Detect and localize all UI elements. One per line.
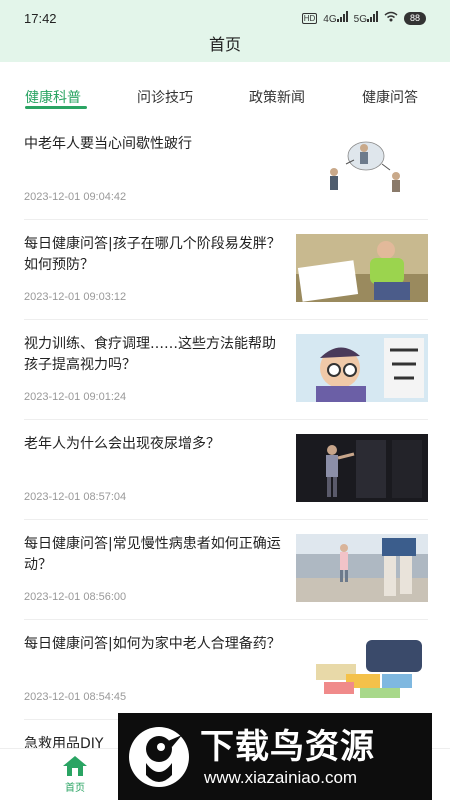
tab-health-science[interactable]: 健康科普 [25, 87, 81, 107]
article-time: 2023-12-01 09:03:12 [24, 291, 127, 303]
network-5g-label: 5G [353, 14, 367, 25]
article-thumbnail [296, 534, 428, 602]
article-time: 2023-12-01 08:57:04 [24, 491, 127, 503]
article-thumbnail [296, 434, 428, 502]
article-time: 2023-12-01 09:01:24 [24, 391, 127, 403]
article-item[interactable]: 老年人为什么会出现夜尿增多？ 2023-12-01 08:57:04 [24, 420, 428, 520]
category-tabs: 健康科普 问诊技巧 政策新闻 健康问答 [0, 62, 450, 120]
battery-icon: 88 [403, 11, 426, 25]
nav-home-label: 首页 [65, 783, 85, 794]
article-thumbnail [296, 334, 428, 402]
article-item[interactable]: 中老年人要当心间歇性跛行 2023-12-01 09:04:42 [24, 120, 428, 220]
hd-icon: HD [301, 12, 318, 24]
network-5g-icon: 5G [354, 11, 378, 25]
watermark-title: 下载鸟资源 [200, 727, 375, 767]
article-title: 每日健康问答|孩子在哪几个阶段易发胖？如何预防？ [24, 236, 281, 273]
article-thumbnail [296, 634, 428, 702]
article-item[interactable]: 每日健康问答|孩子在哪几个阶段易发胖？如何预防？ 2023-12-01 09:0… [24, 220, 428, 320]
status-icons: HD 4G 5G 88 [301, 11, 426, 25]
article-time: 2023-12-01 08:56:00 [24, 591, 127, 603]
article-title: 视力训练、食疗调理……这些方法能帮助孩子提高视力吗？ [24, 336, 276, 373]
article-item[interactable]: 视力训练、食疗调理……这些方法能帮助孩子提高视力吗？ 2023-12-01 09… [24, 320, 428, 420]
article-thumbnail [296, 134, 428, 202]
page-title: 首页 [208, 35, 241, 54]
article-thumbnail [296, 234, 428, 302]
tab-health-qa[interactable]: 健康问答 [362, 87, 418, 107]
article-item[interactable]: 每日健康问答|如何为家中老人合理备药？ 2023-12-01 08:54:45 [24, 620, 428, 720]
network-4g-label: 4G [323, 14, 337, 25]
home-icon [63, 756, 87, 776]
status-bar: 17:42 HD 4G 5G 88 [0, 0, 450, 34]
tab-consult-tips[interactable]: 问诊技巧 [137, 87, 193, 107]
article-item[interactable]: 每日健康问答|常见慢性病患者如何正确运动？ 2023-12-01 08:56:0… [24, 520, 428, 620]
watermark-logo [128, 719, 190, 800]
active-tab-indicator [25, 106, 87, 109]
article-time: 2023-12-01 09:04:42 [24, 191, 127, 203]
article-title: 每日健康问答|如何为家中老人合理备药？ [24, 636, 281, 652]
article-title: 中老年人要当心间歇性跛行 [24, 136, 192, 152]
article-time: 2023-12-01 08:54:45 [24, 691, 127, 703]
article-title: 老年人为什么会出现夜尿增多？ [24, 436, 220, 452]
network-4g-icon: 4G [323, 11, 348, 25]
status-time: 17:42 [24, 11, 57, 26]
wifi-icon [384, 11, 398, 25]
tab-policy-news[interactable]: 政策新闻 [249, 87, 305, 107]
watermark-banner: 下载鸟资源 www.xiazainiao.com [118, 713, 432, 800]
watermark-url: www.xiazainiao.com [204, 768, 358, 787]
top-bar: 17:42 HD 4G 5G 88 首页 [0, 0, 450, 62]
article-title: 每日健康问答|常见慢性病患者如何正确运动？ [24, 536, 281, 573]
article-list: 中老年人要当心间歇性跛行 2023-12-01 09:04:42 每日健康问答|… [0, 120, 450, 748]
nav-home[interactable]: 首页 [45, 755, 105, 794]
